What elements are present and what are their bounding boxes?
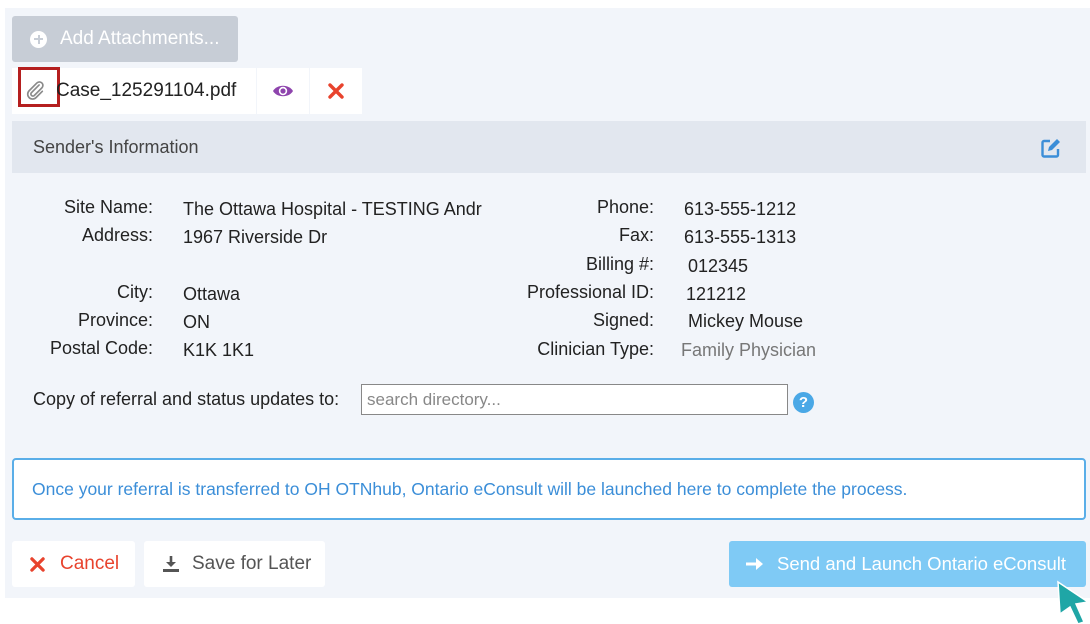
billing-label: Billing #: [585,254,654,274]
download-icon [163,556,179,572]
info-message-box: Once your referral is transferred to OH … [12,458,1086,520]
cancel-label: Cancel [60,553,120,574]
postal-code-label: Postal Code: [49,338,153,358]
site-name-label: Site Name: [63,197,153,217]
send-and-launch-button[interactable]: Send and Launch Ontario eConsult [729,541,1086,587]
address-value: 1967 Riverside Dr [183,227,328,247]
billing-value: 012345 [688,256,749,276]
professional-id-value: 121212 [686,284,747,304]
paperclip-icon [26,81,44,100]
save-for-later-button[interactable]: Save for Later [144,541,325,587]
address-label: Address: [81,225,153,245]
send-and-launch-label: Send and Launch Ontario eConsult [777,553,1067,574]
add-attachments-label: Add Attachments... [60,28,220,49]
edit-icon[interactable] [1040,137,1062,159]
save-for-later-label: Save for Later [192,553,312,574]
clinician-type-label: Clinician Type: [537,339,654,359]
phone-label: Phone: [596,197,654,217]
signed-label: Signed: [592,310,654,330]
copy-referral-label: Copy of referral and status updates to: [33,389,340,409]
help-icon[interactable]: ? [793,392,814,413]
attachment-row: Case_125291104.pdf [12,67,362,114]
plus-circle-icon [30,30,47,48]
close-icon [30,556,45,572]
professional-id-label: Professional ID: [526,282,654,302]
close-icon [328,83,344,99]
fax-label: Fax: [618,225,654,245]
eye-icon [273,85,293,97]
signed-value: Mickey Mouse [688,311,804,331]
info-message-text: Once your referral is transferred to OH … [32,478,908,499]
cursor-arrow-icon [1057,580,1090,624]
add-attachments-button[interactable]: Add Attachments... [12,16,238,62]
cancel-button[interactable]: Cancel [12,541,135,587]
city-label: City: [117,282,153,302]
phone-value: 613-555-1212 [684,199,797,219]
fax-value: 613-555-1313 [684,227,797,247]
view-attachment-button[interactable] [257,68,309,114]
clinician-type-value: Family Physician [681,340,817,360]
attachment-file[interactable]: Case_125291104.pdf [12,67,256,114]
remove-attachment-button[interactable] [310,68,362,114]
sender-info-header: Sender's Information [12,121,1086,173]
province-label: Province: [77,310,153,330]
attachment-filename[interactable]: Case_125291104.pdf [56,80,236,102]
site-name-value: The Ottawa Hospital - TESTING Andr [183,199,482,219]
province-value: ON [183,312,210,332]
arrow-right-icon [746,558,763,570]
city-value: Ottawa [183,284,241,304]
search-directory-input[interactable] [361,384,788,415]
postal-code-value: K1K 1K1 [183,340,255,360]
sender-info-title: Sender's Information [33,136,199,157]
